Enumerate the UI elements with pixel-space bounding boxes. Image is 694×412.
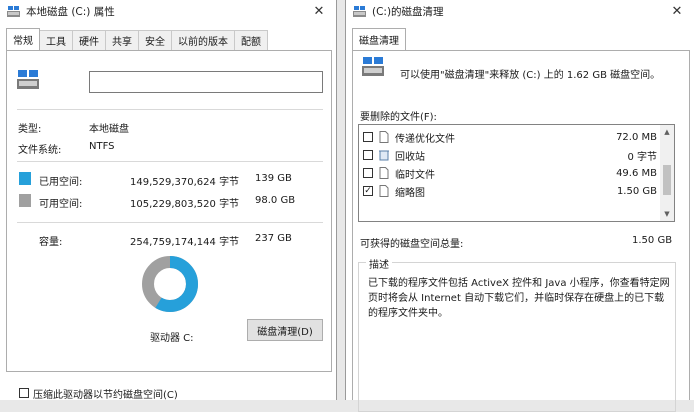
description-legend: 描述 — [366, 256, 392, 271]
capacity-gb: 237 GB — [255, 233, 292, 244]
file-name: 回收站 — [395, 151, 425, 163]
files-to-delete-label: 要删除的文件(F): — [360, 112, 437, 123]
tab-1[interactable]: 工具 — [39, 30, 73, 50]
close-button[interactable]: ✕ — [302, 0, 336, 22]
list-item[interactable]: 传递优化文件 72.0 MB — [363, 129, 657, 145]
window-title: (C:)的磁盘清理 — [372, 5, 444, 18]
drive-name-input[interactable] — [89, 71, 323, 93]
tab-6[interactable]: 配额 — [234, 30, 268, 50]
recycle-bin-icon — [379, 149, 389, 161]
type-value: 本地磁盘 — [89, 124, 129, 135]
used-space-gb: 139 GB — [255, 173, 292, 184]
type-label: 类型: — [18, 124, 42, 135]
free-space-label: 可用空间: — [39, 199, 83, 210]
compress-label[interactable]: 压缩此驱动器以节约磁盘空间(C) — [33, 386, 178, 401]
list-scrollbar[interactable]: ▲ ▼ — [660, 125, 674, 221]
window-title: 本地磁盘 (C:) 属性 — [26, 5, 115, 18]
file-size: 0 字节 — [627, 151, 657, 163]
total-space-label: 可获得的磁盘空间总量: — [360, 239, 464, 250]
file-icon — [379, 167, 389, 179]
file-size: 72.0 MB — [616, 131, 657, 143]
cleanup-titlebar: (C:)的磁盘清理 — [346, 0, 694, 22]
file-icon — [379, 185, 389, 197]
scroll-up-icon[interactable]: ▲ — [660, 125, 674, 139]
file-name: 传递优化文件 — [395, 133, 455, 145]
tab-2[interactable]: 硬件 — [72, 30, 106, 50]
tab-5[interactable]: 以前的版本 — [171, 30, 235, 50]
tab-disk-cleanup[interactable]: 磁盘清理 — [352, 28, 406, 50]
cleanup-tabs: 磁盘清理 — [352, 28, 406, 50]
divider — [17, 161, 323, 162]
free-space-bytes: 105,229,803,520 字节 — [130, 199, 240, 210]
capacity-label: 容量: — [39, 237, 63, 248]
list-item[interactable]: 临时文件 49.6 MB — [363, 165, 657, 181]
close-icon: ✕ — [671, 3, 683, 19]
cleanup-icon — [352, 4, 366, 18]
file-checkbox[interactable] — [363, 150, 373, 160]
file-size: 49.6 MB — [616, 167, 657, 179]
divider — [17, 109, 323, 110]
divider — [17, 222, 323, 223]
close-button[interactable]: ✕ — [660, 0, 694, 22]
scroll-down-icon[interactable]: ▼ — [660, 207, 674, 221]
used-space-label: 已用空间: — [39, 177, 83, 188]
used-space-swatch — [19, 172, 31, 185]
list-item[interactable]: ✓ 缩略图 1.50 GB — [363, 183, 657, 199]
drive-icon — [6, 4, 20, 18]
compress-checkbox[interactable] — [19, 388, 29, 398]
scroll-thumb[interactable] — [663, 165, 671, 195]
properties-tabs: 常规 工具 硬件 共享 安全 以前的版本 配额 — [6, 28, 268, 50]
file-name: 缩略图 — [395, 187, 425, 199]
tab-3[interactable]: 共享 — [105, 30, 139, 50]
files-list: 传递优化文件 72.0 MB 回收站 0 字节临时文件 49.6 MB ✓ 缩略图 1.50 … — [358, 124, 675, 222]
drive-letter-label: 驱动器 C: — [150, 333, 194, 344]
used-space-bytes: 149,529,370,624 字节 — [130, 177, 240, 188]
close-icon: ✕ — [313, 3, 325, 19]
usage-donut-chart — [142, 256, 198, 312]
file-name: 临时文件 — [395, 169, 435, 181]
tab-4[interactable]: 安全 — [138, 30, 172, 50]
disk-cleanup-button[interactable]: 磁盘清理(D) — [247, 319, 323, 341]
file-icon — [379, 131, 389, 143]
description-text: 已下载的程序文件包括 ActiveX 控件和 Java 小程序，你查看特定网页时… — [368, 278, 670, 319]
file-checkbox[interactable]: ✓ — [363, 186, 373, 196]
drive-large-icon — [362, 57, 384, 80]
free-space-swatch — [19, 194, 31, 207]
file-size: 1.50 GB — [616, 185, 657, 197]
properties-titlebar: 本地磁盘 (C:) 属性 — [0, 0, 336, 22]
free-space-gb: 98.0 GB — [255, 195, 296, 206]
cleanup-summary: 可以使用"磁盘清理"来释放 (C:) 上的 1.62 GB 磁盘空间。 — [400, 70, 661, 81]
filesystem-label: 文件系统: — [18, 145, 62, 156]
file-checkbox[interactable] — [363, 132, 373, 142]
drive-large-icon — [17, 70, 39, 93]
file-checkbox[interactable] — [363, 168, 373, 178]
total-space-value: 1.50 GB — [632, 235, 673, 246]
list-item[interactable]: 回收站 0 字节 — [363, 147, 657, 163]
capacity-bytes: 254,759,174,144 字节 — [130, 237, 240, 248]
tab-0[interactable]: 常规 — [6, 28, 40, 50]
filesystem-value: NTFS — [89, 141, 115, 152]
